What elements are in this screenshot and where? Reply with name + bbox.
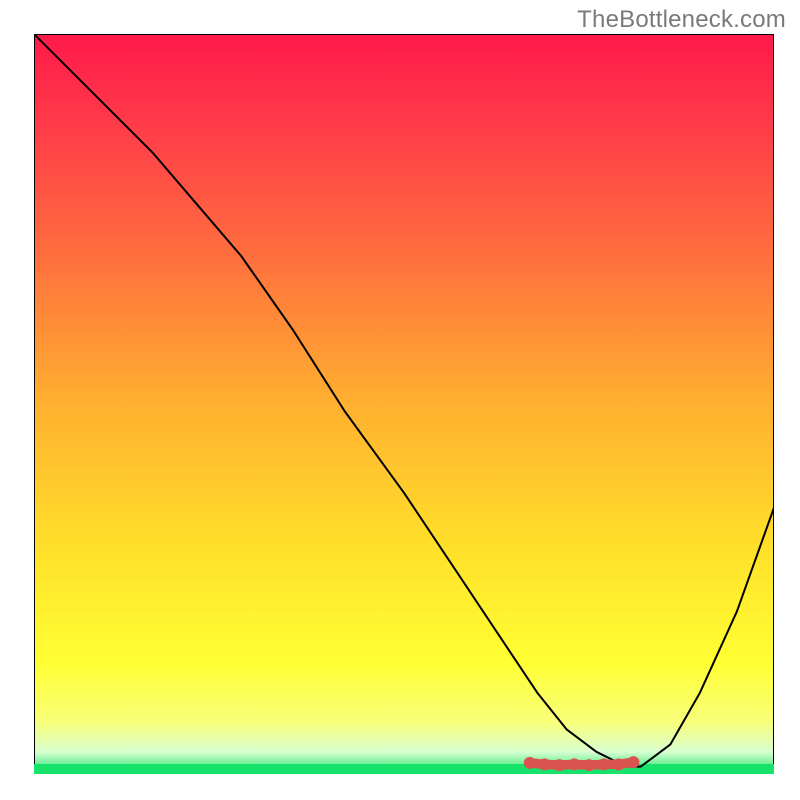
optimal-marker [613, 758, 625, 770]
optimal-marker [598, 758, 610, 770]
bottleneck-chart [34, 34, 774, 774]
optimal-marker [627, 756, 639, 768]
bottom-green-band [34, 764, 774, 774]
chart-svg [34, 34, 774, 774]
optimal-marker [568, 758, 580, 770]
optimal-marker [553, 759, 565, 771]
optimal-marker [583, 759, 595, 771]
watermark-text: TheBottleneck.com [577, 6, 786, 34]
optimal-marker [539, 758, 551, 770]
optimal-marker [524, 757, 536, 769]
